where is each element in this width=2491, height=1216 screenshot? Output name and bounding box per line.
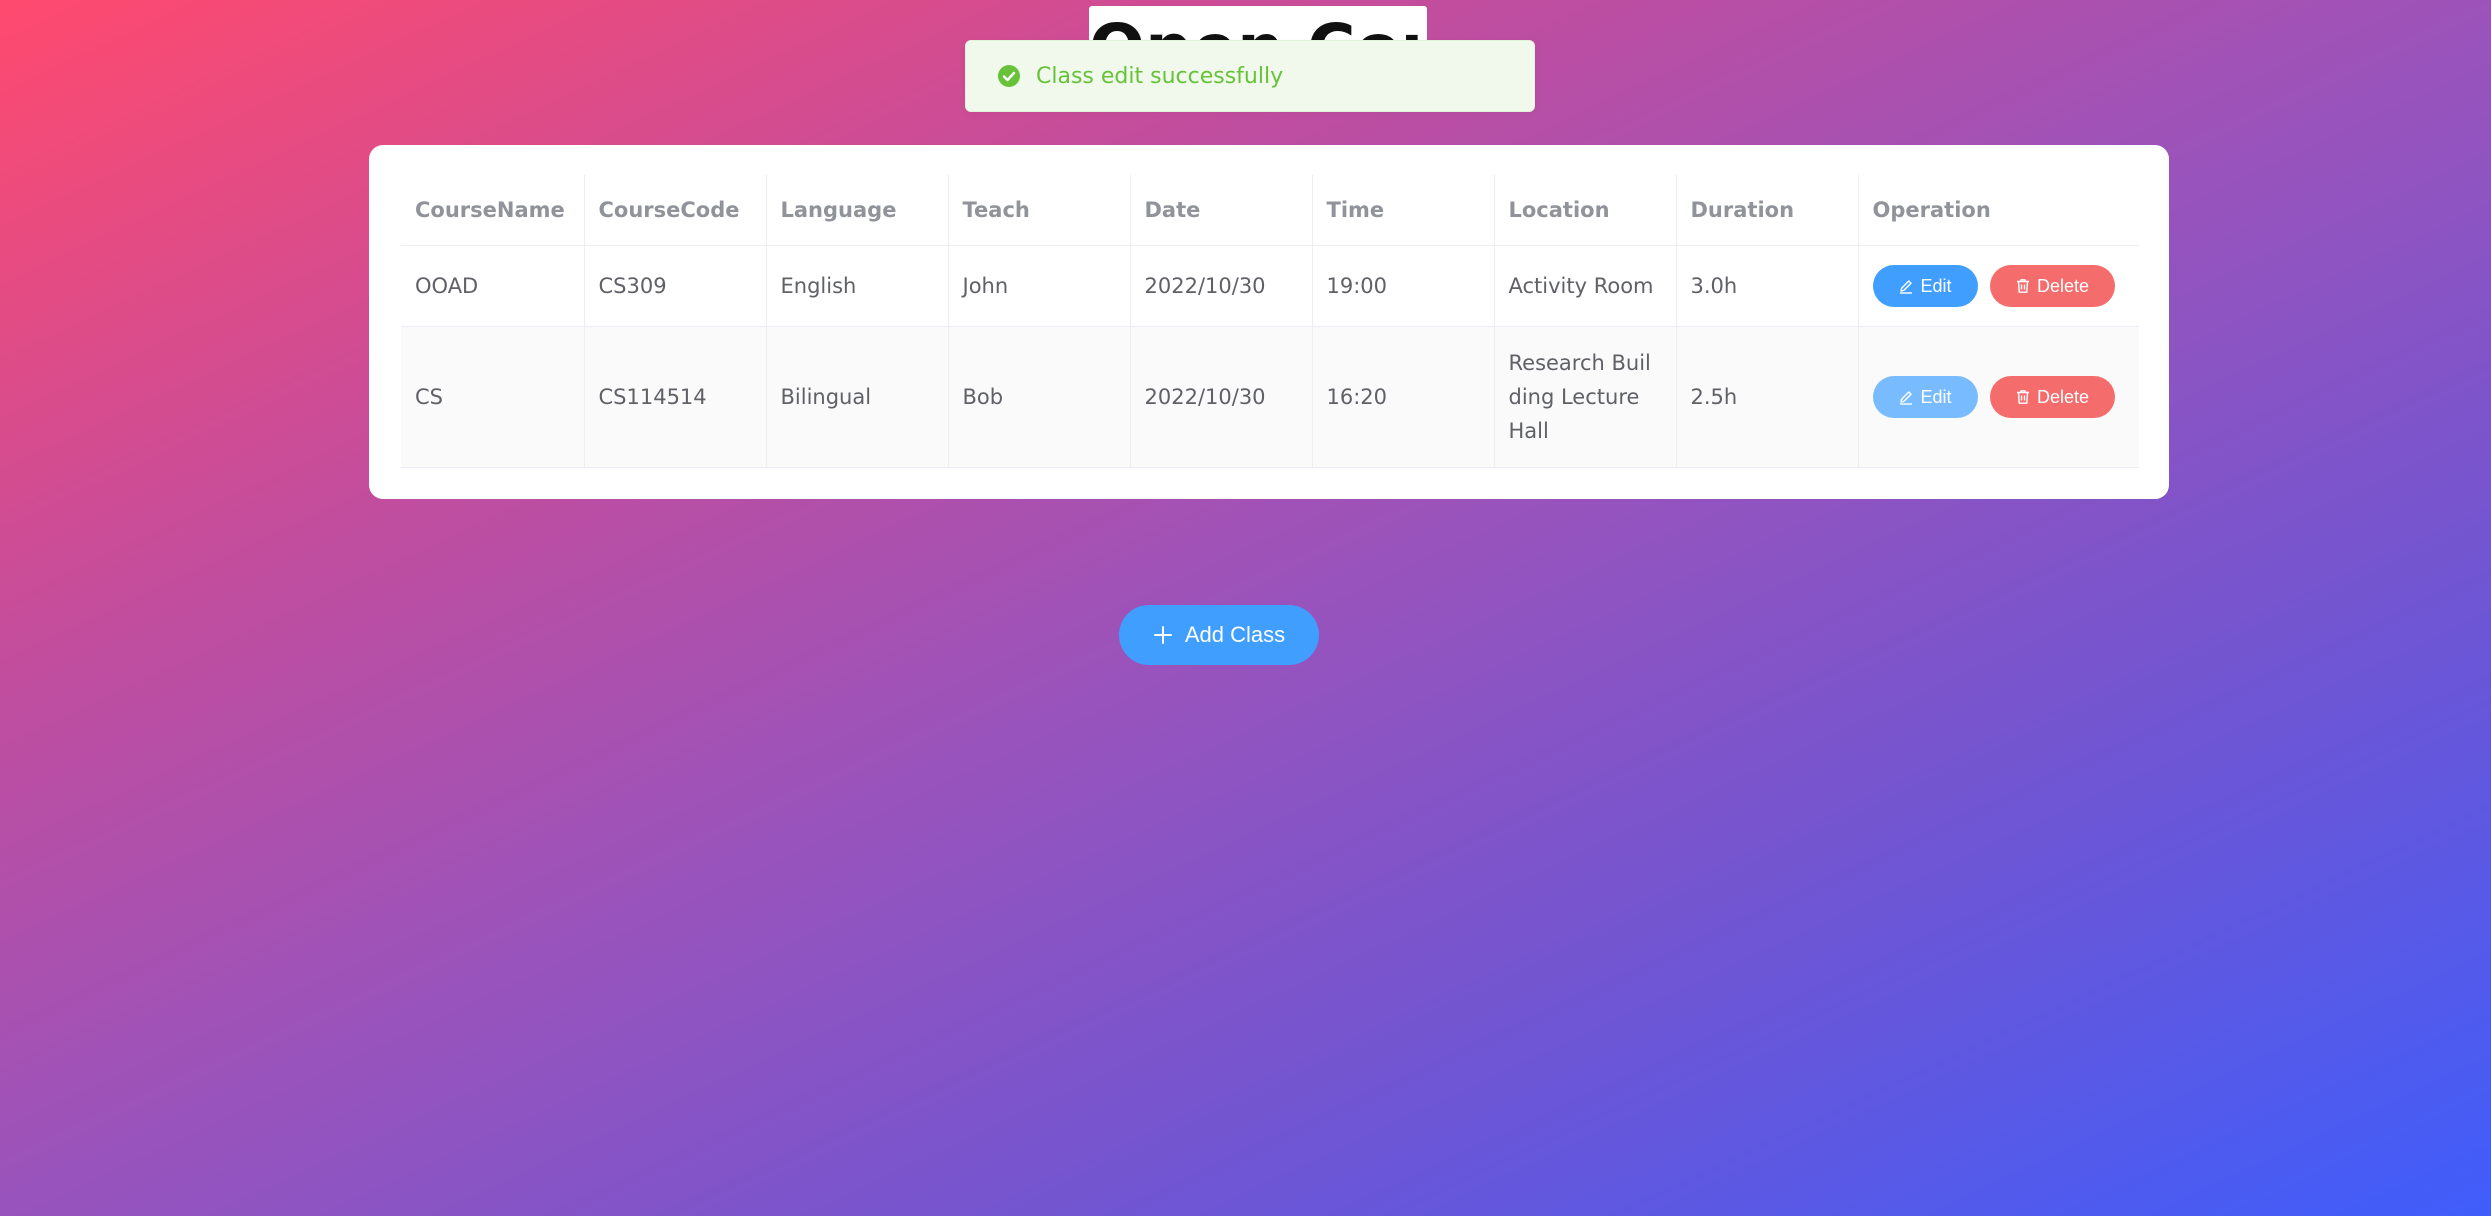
delete-button[interactable]: Delete bbox=[1989, 265, 2115, 307]
add-class-label: Add Class bbox=[1184, 622, 1286, 647]
check-circle-icon bbox=[998, 65, 1020, 87]
delete-button[interactable]: Delete bbox=[1989, 376, 2115, 418]
cell-location: Research Building Lecture Hall bbox=[1494, 326, 1677, 468]
delete-button-label: Delete bbox=[2036, 275, 2090, 296]
cell-date: 2022/10/30 bbox=[1130, 245, 1313, 327]
toast-message: Class edit successfully bbox=[1036, 63, 1284, 89]
cell-course-code: CS114514 bbox=[584, 326, 767, 468]
success-toast: Class edit successfully bbox=[965, 40, 1535, 112]
column-header-date: Date bbox=[1130, 175, 1313, 246]
courses-table: CourseName CourseCode Language Teach Dat… bbox=[401, 175, 2139, 468]
cell-time: 16:20 bbox=[1312, 326, 1495, 468]
courses-card: CourseName CourseCode Language Teach Dat… bbox=[369, 145, 2169, 499]
cell-time: 19:00 bbox=[1312, 245, 1495, 327]
column-header-teach: Teach bbox=[948, 175, 1131, 246]
cell-teach: Bob bbox=[948, 326, 1131, 468]
cell-location: Activity Room bbox=[1494, 245, 1677, 327]
column-header-duration: Duration bbox=[1676, 175, 1859, 246]
edit-button[interactable]: Edit bbox=[1872, 376, 1978, 418]
table-row: OOAD CS309 English John 2022/10/30 19:00… bbox=[401, 245, 2139, 327]
cell-date: 2022/10/30 bbox=[1130, 326, 1313, 468]
cell-duration: 3.0h bbox=[1676, 245, 1859, 327]
cell-course-name: CS bbox=[401, 326, 585, 468]
edit-button[interactable]: Edit bbox=[1872, 265, 1978, 307]
cell-operation: Edit Delete bbox=[1858, 245, 2139, 327]
cell-language: Bilingual bbox=[766, 326, 949, 468]
cell-course-name: OOAD bbox=[401, 245, 585, 327]
edit-icon bbox=[1900, 280, 1913, 294]
column-header-coursecode: CourseCode bbox=[584, 175, 767, 246]
column-header-operation: Operation bbox=[1858, 175, 2139, 246]
trash-icon bbox=[2016, 390, 2029, 404]
plus-icon bbox=[1153, 626, 1172, 644]
cell-teach: John bbox=[948, 245, 1131, 327]
cell-duration: 2.5h bbox=[1676, 326, 1859, 468]
cell-language: English bbox=[766, 245, 949, 327]
column-header-coursename: CourseName bbox=[401, 175, 585, 246]
table-header-row: CourseName CourseCode Language Teach Dat… bbox=[401, 175, 2139, 246]
table-row: CS CS114514 Bilingual Bob 2022/10/30 16:… bbox=[401, 326, 2139, 468]
add-class-button[interactable]: Add Class bbox=[1119, 605, 1319, 665]
edit-icon bbox=[1900, 391, 1913, 405]
trash-icon bbox=[2016, 279, 2029, 293]
column-header-language: Language bbox=[766, 175, 949, 246]
edit-button-label: Edit bbox=[1920, 386, 1952, 407]
edit-button-label: Edit bbox=[1920, 275, 1952, 296]
column-header-location: Location bbox=[1494, 175, 1677, 246]
delete-button-label: Delete bbox=[2036, 386, 2090, 407]
cell-operation: Edit Delete bbox=[1858, 326, 2139, 468]
column-header-time: Time bbox=[1312, 175, 1495, 246]
cell-course-code: CS309 bbox=[584, 245, 767, 327]
